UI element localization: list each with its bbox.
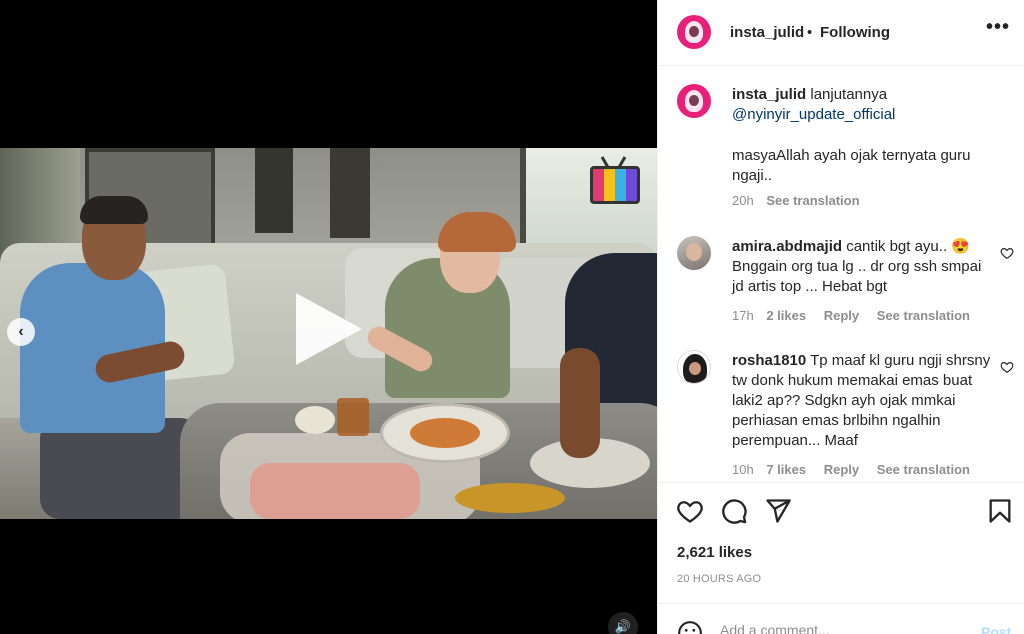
post-actions: 2,621 likes 20 HOURS AGO: [658, 482, 1024, 602]
heart-icon[interactable]: [1000, 246, 1014, 260]
comment-username[interactable]: amira.abdmajid: [732, 238, 842, 255]
scene-window: [330, 148, 370, 238]
scene-person: [438, 212, 516, 252]
instagram-post-modal: ‹ 🔊 insta_julid • Following ••• insta_ju…: [0, 0, 1024, 634]
comment-time[interactable]: 10h: [732, 462, 754, 477]
scene-glass: [337, 398, 369, 436]
see-translation-link[interactable]: See translation: [766, 193, 859, 208]
scene-person: [80, 196, 148, 224]
author-avatar[interactable]: [677, 15, 711, 49]
add-comment-bar: Post: [658, 603, 1024, 634]
post-sidebar: insta_julid • Following ••• insta_julid …: [657, 0, 1024, 634]
scene-window: [255, 148, 293, 233]
scene-bowl: [295, 406, 335, 434]
separator-dot: •: [807, 24, 813, 41]
comment-time[interactable]: 17h: [732, 308, 754, 323]
commenter-avatar[interactable]: [677, 236, 711, 270]
tv-logo-icon: [590, 166, 640, 204]
comments-list[interactable]: insta_julid lanjutannya @nyinyir_update_…: [658, 66, 1024, 482]
heart-icon[interactable]: [676, 497, 704, 525]
post-timestamp[interactable]: 20 HOURS AGO: [677, 573, 761, 585]
caption-lead: lanjutannya: [810, 86, 888, 103]
caption-mention[interactable]: @nyinyir_update_official: [732, 106, 895, 123]
caption-meta: 20h See translation: [732, 193, 874, 208]
share-icon[interactable]: [764, 497, 792, 525]
play-icon[interactable]: [296, 293, 362, 365]
caption-time[interactable]: 20h: [732, 193, 754, 208]
scene-person: [560, 348, 600, 458]
comment-text: rosha1810 Tp maaf kl guru ngji shrsny tw…: [732, 351, 994, 451]
caption: insta_julid lanjutannya @nyinyir_update_…: [658, 84, 1024, 224]
caption-username[interactable]: insta_julid: [732, 86, 806, 103]
see-translation-link[interactable]: See translation: [877, 308, 970, 323]
chevron-left-icon[interactable]: ‹: [7, 318, 35, 346]
post-header: insta_julid • Following •••: [658, 0, 1024, 66]
bookmark-icon[interactable]: [986, 497, 1014, 525]
more-icon[interactable]: •••: [986, 16, 1010, 39]
smiley-icon[interactable]: [677, 620, 703, 634]
heart-icon[interactable]: [1000, 360, 1014, 374]
author-username[interactable]: insta_julid: [730, 24, 804, 41]
add-comment-input[interactable]: [720, 622, 960, 634]
comment-icon[interactable]: [720, 497, 748, 525]
comment-likes[interactable]: 2 likes: [766, 308, 806, 323]
commenter-avatar[interactable]: [677, 350, 711, 384]
comment-text: amira.abdmajid cantik bgt ayu.. 😍 Bnggai…: [732, 237, 994, 297]
comment-item: amira.abdmajid cantik bgt ayu.. 😍 Bnggai…: [658, 236, 1024, 336]
scene-food: [455, 483, 565, 513]
reply-button[interactable]: Reply: [824, 308, 859, 323]
caption-text: insta_julid lanjutannya @nyinyir_update_…: [732, 85, 994, 125]
comment-meta: 17h 2 likes Reply See translation: [732, 308, 984, 323]
scene-person: [40, 418, 200, 519]
comment-likes[interactable]: 7 likes: [766, 462, 806, 477]
caption-avatar[interactable]: [677, 84, 711, 118]
following-button[interactable]: Following: [820, 24, 890, 41]
post-comment-button[interactable]: Post: [981, 624, 1011, 634]
comment-item: rosha1810 Tp maaf kl guru ngji shrsny tw…: [658, 350, 1024, 480]
reply-button[interactable]: Reply: [824, 462, 859, 477]
comment-meta: 10h 7 likes Reply See translation: [732, 462, 984, 477]
post-media[interactable]: ‹ 🔊: [0, 0, 657, 634]
likes-count[interactable]: 2,621 likes: [677, 544, 752, 561]
scene-bag: [250, 463, 420, 519]
see-translation-link[interactable]: See translation: [877, 462, 970, 477]
scene-food: [410, 418, 480, 448]
speaker-icon[interactable]: 🔊: [608, 612, 638, 634]
comment-username[interactable]: rosha1810: [732, 352, 806, 369]
caption-body: masyaAllah ayah ojak ternyata guru ngaji…: [732, 147, 971, 184]
